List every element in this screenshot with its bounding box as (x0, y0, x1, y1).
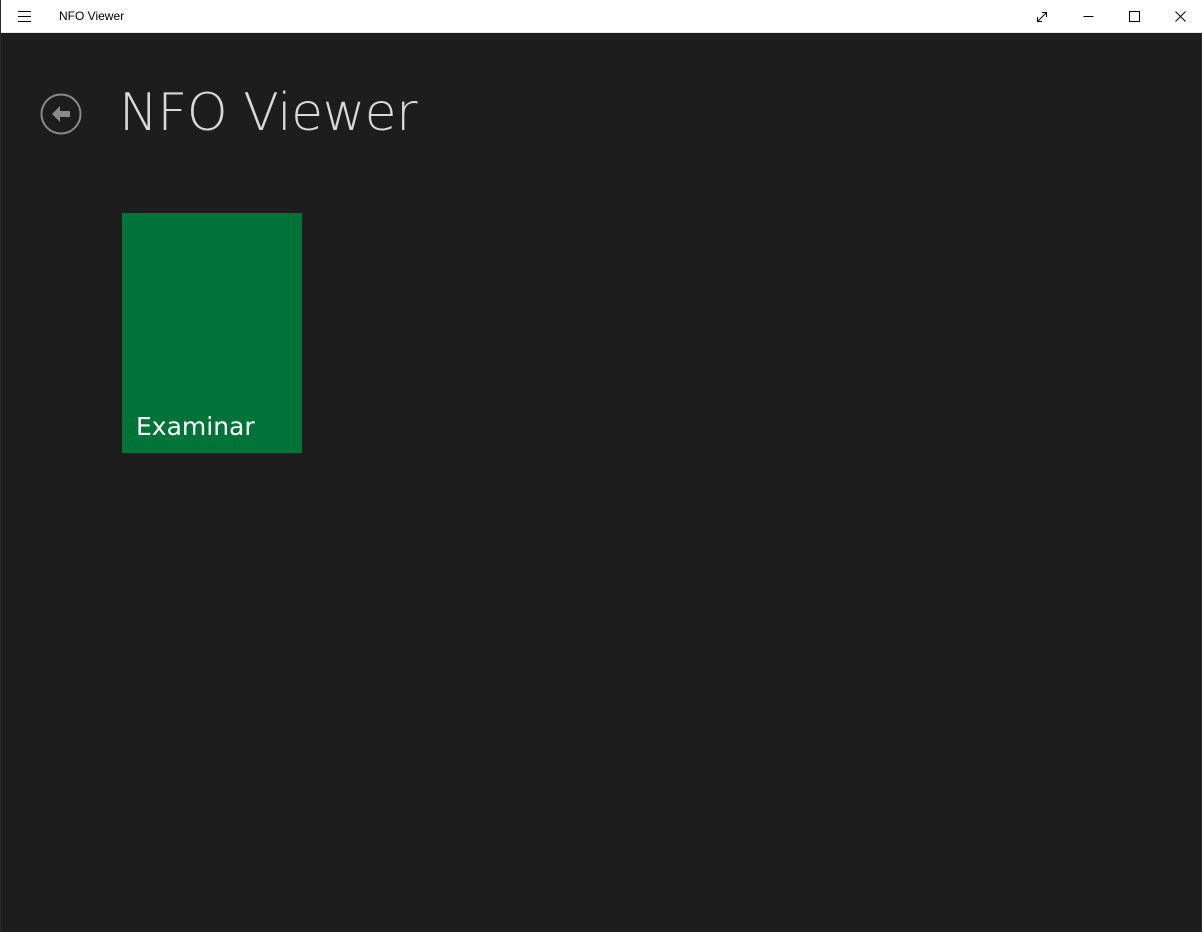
back-button[interactable] (40, 93, 82, 135)
minimize-icon (1083, 16, 1093, 17)
tile-label: Examinar (136, 412, 255, 441)
close-button[interactable] (1157, 0, 1202, 33)
title-bar: NFO Viewer (1, 0, 1202, 33)
caption-buttons (1019, 0, 1202, 33)
maximize-icon (1128, 11, 1140, 22)
fullscreen-button[interactable] (1019, 0, 1065, 33)
app-window: NFO Viewer NFO Viewer Examinar (0, 0, 1202, 932)
hamburger-icon[interactable] (1, 0, 49, 33)
maximize-button[interactable] (1111, 0, 1157, 33)
page-title: NFO Viewer (119, 83, 418, 143)
minimize-button[interactable] (1065, 0, 1111, 33)
close-icon (1174, 11, 1186, 22)
back-arrow-circle-icon (40, 93, 82, 135)
window-title: NFO Viewer (59, 9, 125, 23)
browse-tile[interactable]: Examinar (122, 213, 302, 453)
expand-diagonal-icon (1037, 11, 1047, 22)
